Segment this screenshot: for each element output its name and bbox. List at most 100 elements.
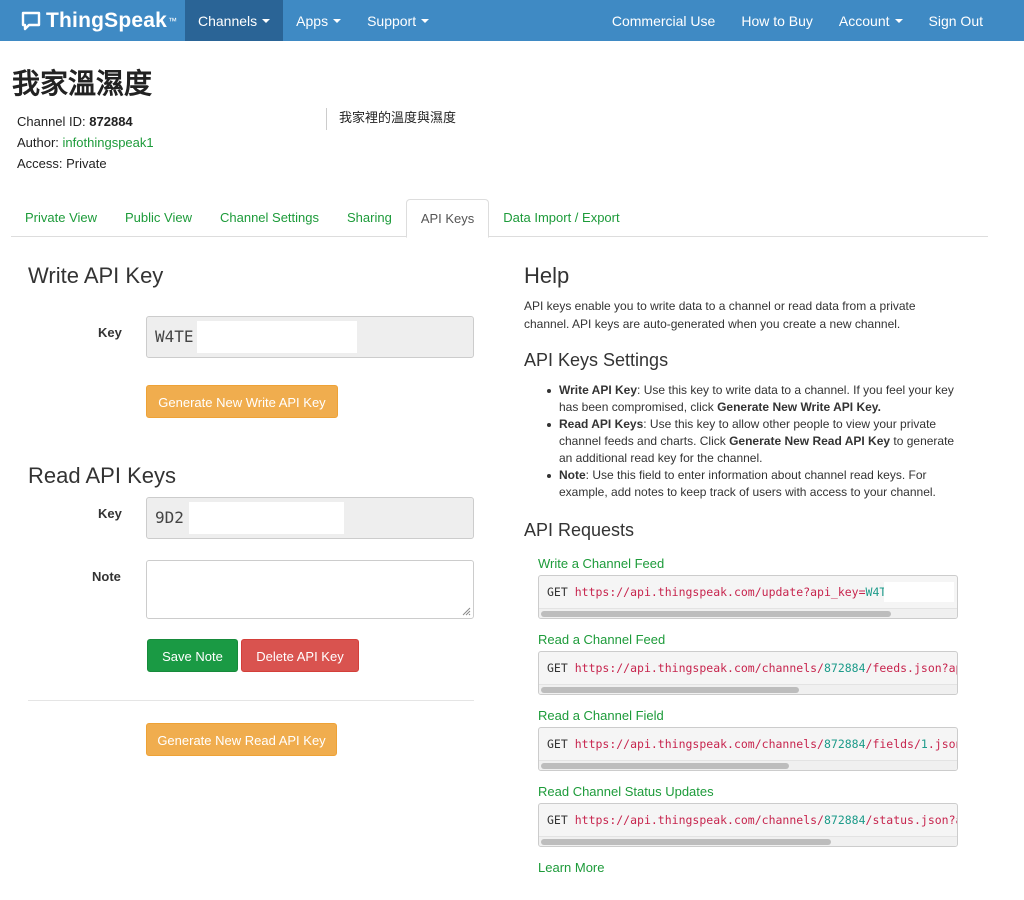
- read-channel-feed-link[interactable]: Read a Channel Feed: [538, 632, 665, 647]
- write-api-key-heading: Write API Key: [28, 263, 164, 288]
- tab-private-view[interactable]: Private View: [11, 199, 111, 237]
- resize-grip-icon[interactable]: [461, 606, 471, 616]
- redaction-mask: [884, 582, 954, 602]
- tab-sharing[interactable]: Sharing: [333, 199, 406, 237]
- request-url: https://api.thingspeak.com/channels/: [574, 661, 824, 675]
- access-row: Access: Private: [17, 153, 154, 174]
- http-method: GET: [547, 737, 568, 751]
- help-heading: Help: [524, 263, 570, 288]
- read-channel-field-link[interactable]: Read a Channel Field: [538, 708, 664, 723]
- caret-down-icon: [894, 18, 903, 23]
- api-requests-heading: API Requests: [524, 520, 635, 540]
- nav-commercial-use[interactable]: Commercial Use: [599, 0, 728, 41]
- channel-tabs: Private View Public View Channel Setting…: [11, 199, 988, 238]
- nav-account-label: Account: [838, 12, 890, 29]
- write-key-value: W4TE: [155, 327, 194, 346]
- request-url: https://api.thingspeak.com/update?api_ke…: [574, 585, 866, 599]
- channel-id-row: Channel ID: 872884: [17, 111, 154, 132]
- read-status-code[interactable]: GET https://api.thingspeak.com/channels/…: [538, 803, 958, 847]
- tab-data-import-export[interactable]: Data Import / Export: [489, 199, 633, 237]
- write-channel-feed-link[interactable]: Write a Channel Feed: [538, 556, 664, 571]
- write-key-field[interactable]: W4TE: [146, 316, 474, 358]
- channel-number: 872884: [823, 813, 866, 827]
- nav-channels[interactable]: Channels: [185, 0, 284, 41]
- http-method: GET: [547, 585, 568, 599]
- author-link[interactable]: infothingspeak1: [63, 135, 154, 150]
- horizontal-scrollbar[interactable]: [539, 836, 957, 846]
- horizontal-scrollbar[interactable]: [539, 684, 957, 694]
- read-key-field[interactable]: 9D2: [146, 497, 474, 539]
- read-field-code[interactable]: GET https://api.thingspeak.com/channels/…: [538, 727, 958, 771]
- scrollbar-thumb[interactable]: [541, 839, 831, 845]
- nav-how-to-buy[interactable]: How to Buy: [728, 0, 826, 41]
- chat-bubble-icon: [21, 11, 41, 30]
- note-textarea[interactable]: [146, 560, 474, 619]
- nav-support[interactable]: Support: [354, 0, 442, 41]
- caret-down-icon: [333, 18, 342, 23]
- channel-number: 872884: [823, 661, 866, 675]
- channel-id-label: Channel ID:: [17, 114, 86, 129]
- redaction-mask: [189, 502, 344, 534]
- nav-account[interactable]: Account: [826, 0, 916, 41]
- nav-channels-label: Channels: [198, 12, 258, 29]
- bullet-text: : Use this field to enter information ab…: [559, 468, 936, 499]
- scrollbar-thumb[interactable]: [541, 687, 799, 693]
- divider: [28, 700, 474, 701]
- request-path: /status.json?api: [865, 813, 957, 827]
- caret-down-icon: [262, 18, 271, 23]
- brand-trademark: ™: [168, 15, 178, 26]
- api-keys-settings-heading: API Keys Settings: [524, 350, 669, 370]
- access-value: Private: [66, 156, 107, 171]
- request-url: https://api.thingspeak.com/channels/: [574, 813, 824, 827]
- list-item: Write API Key: Use this key to write dat…: [544, 382, 964, 416]
- read-feed-code[interactable]: GET https://api.thingspeak.com/channels/…: [538, 651, 958, 695]
- delete-api-key-button[interactable]: Delete API Key: [241, 639, 359, 672]
- generate-write-key-button[interactable]: Generate New Write API Key: [146, 385, 338, 418]
- tab-channel-settings[interactable]: Channel Settings: [206, 199, 333, 237]
- nav-support-label: Support: [367, 12, 417, 29]
- request-path-tail: .json?a: [927, 737, 957, 751]
- nav-sign-out[interactable]: Sign Out: [916, 0, 996, 41]
- channel-number: 872884: [823, 737, 866, 751]
- read-key-label: Key: [98, 506, 122, 521]
- tab-public-view[interactable]: Public View: [111, 199, 206, 237]
- bullet-emphasis: Generate New Write API Key.: [717, 400, 881, 414]
- http-method: GET: [547, 661, 568, 675]
- list-item: Note: Use this field to enter informatio…: [544, 467, 964, 501]
- redaction-mask: [197, 321, 357, 353]
- code-line: GET https://api.thingspeak.com/channels/…: [547, 813, 957, 827]
- generate-read-key-button[interactable]: Generate New Read API Key: [146, 723, 337, 756]
- bullet-term: Write API Key: [559, 383, 638, 397]
- bullet-term: Read API Keys: [559, 417, 644, 431]
- channel-description: 我家裡的溫度與濕度: [326, 108, 456, 130]
- scrollbar-thumb[interactable]: [541, 611, 891, 617]
- read-api-keys-heading: Read API Keys: [28, 463, 176, 488]
- request-path: /fields/: [865, 737, 921, 751]
- code-line: GET https://api.thingspeak.com/update?ap…: [547, 585, 893, 599]
- help-intro: API keys enable you to write data to a c…: [524, 299, 916, 331]
- request-url: https://api.thingspeak.com/channels/: [574, 737, 824, 751]
- nav-apps-label: Apps: [296, 12, 329, 29]
- learn-more-link[interactable]: Learn More: [538, 860, 604, 875]
- request-path: /feeds.json?api_: [865, 661, 957, 675]
- note-label: Note: [92, 569, 121, 584]
- scrollbar-thumb[interactable]: [541, 763, 789, 769]
- save-note-button[interactable]: Save Note: [147, 639, 238, 672]
- channel-meta: Channel ID: 872884 Author: infothingspea…: [17, 111, 154, 174]
- write-key-label: Key: [98, 325, 122, 340]
- bullet-term: Note: [559, 468, 586, 482]
- tab-api-keys[interactable]: API Keys: [405, 199, 490, 238]
- nav-apps[interactable]: Apps: [283, 0, 354, 41]
- caret-down-icon: [421, 18, 430, 23]
- horizontal-scrollbar[interactable]: [539, 760, 957, 770]
- author-row: Author: infothingspeak1: [17, 132, 154, 153]
- settings-bullets: Write API Key: Use this key to write dat…: [544, 382, 964, 501]
- code-line: GET https://api.thingspeak.com/channels/…: [547, 661, 957, 675]
- http-method: GET: [547, 813, 568, 827]
- brand-logo[interactable]: ThingSpeak ™: [0, 0, 185, 41]
- read-key-value: 9D2: [155, 508, 184, 527]
- write-feed-code[interactable]: GET https://api.thingspeak.com/update?ap…: [538, 575, 958, 619]
- horizontal-scrollbar[interactable]: [539, 608, 957, 618]
- code-line: GET https://api.thingspeak.com/channels/…: [547, 737, 957, 751]
- read-status-updates-link[interactable]: Read Channel Status Updates: [538, 784, 714, 799]
